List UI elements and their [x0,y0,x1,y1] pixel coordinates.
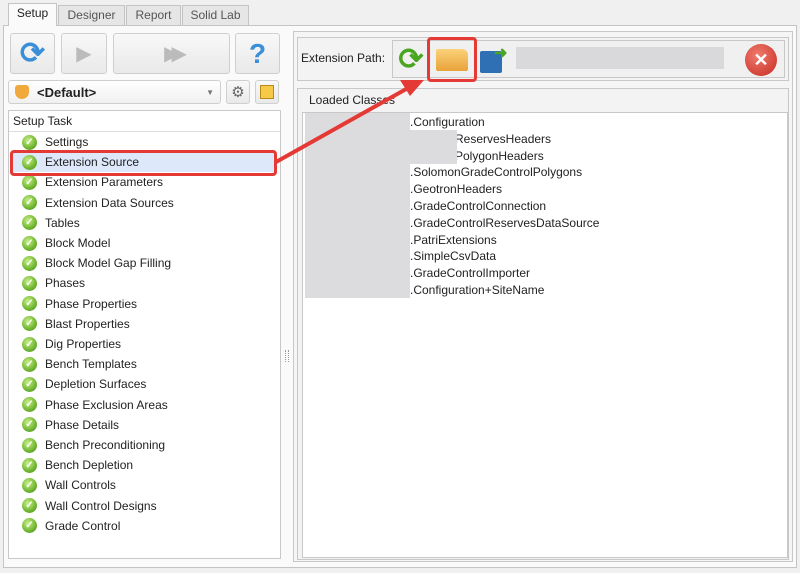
annotation-arrow [275,80,424,164]
